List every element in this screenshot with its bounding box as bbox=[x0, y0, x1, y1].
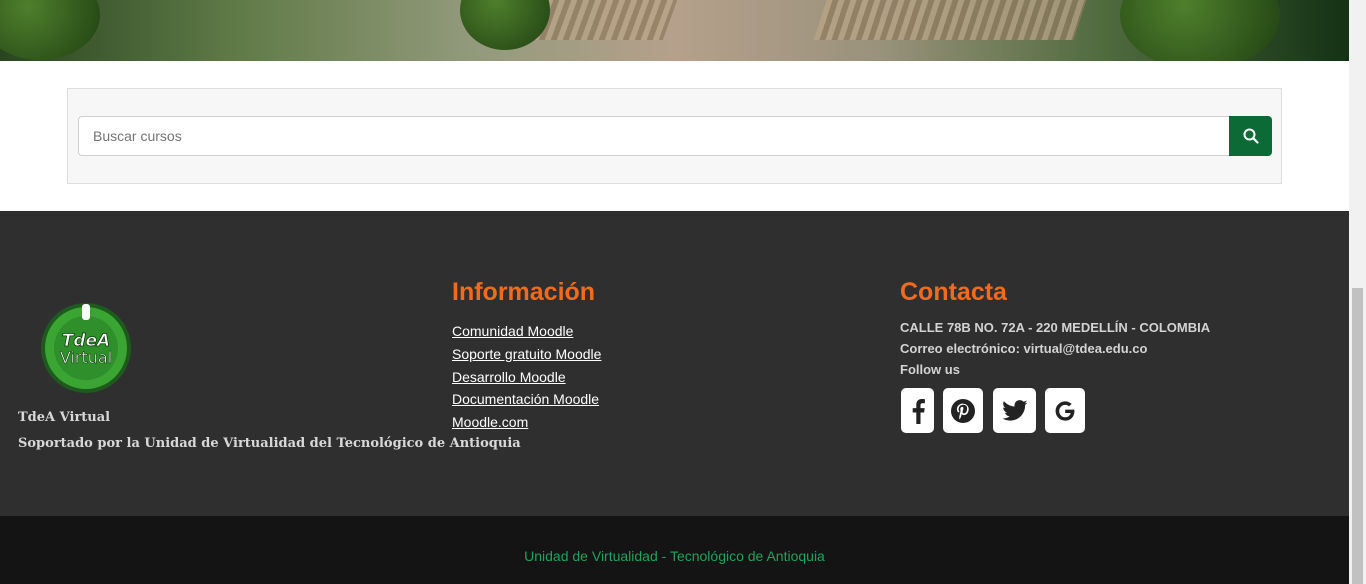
facebook-icon bbox=[912, 398, 925, 424]
link-moodle-com[interactable]: Moodle.com bbox=[452, 411, 601, 434]
twitter-icon bbox=[1001, 399, 1027, 421]
info-title: Información bbox=[452, 278, 596, 306]
bottom-bar-text: Unidad de Virtualidad - Tecnológico de A… bbox=[524, 548, 825, 564]
pinterest-icon bbox=[951, 398, 975, 423]
hero-banner-image bbox=[0, 0, 1349, 61]
svg-text:Virtual: Virtual bbox=[60, 348, 112, 367]
brand-description: Soportado por la Unidad de Virtualidad d… bbox=[18, 436, 521, 451]
google-button[interactable] bbox=[1045, 388, 1085, 433]
search-button[interactable] bbox=[1229, 116, 1272, 156]
follow-us-label: Follow us bbox=[900, 362, 960, 377]
contact-title: Contacta bbox=[900, 278, 1007, 306]
link-desarrollo-moodle[interactable]: Desarrollo Moodle bbox=[452, 366, 601, 389]
course-search-panel bbox=[67, 88, 1282, 184]
google-icon bbox=[1055, 400, 1075, 421]
search-icon bbox=[1243, 128, 1259, 144]
info-links-list: Comunidad Moodle Soporte gratuito Moodle… bbox=[452, 320, 601, 434]
facebook-button[interactable] bbox=[901, 388, 934, 433]
link-comunidad-moodle[interactable]: Comunidad Moodle bbox=[452, 320, 601, 343]
contact-address: CALLE 78B NO. 72A - 220 MEDELLÍN - COLOM… bbox=[900, 320, 1211, 335]
page-scrollbar-thumb[interactable] bbox=[1352, 288, 1363, 584]
brand-name: TdeA Virtual bbox=[18, 410, 111, 425]
link-soporte-gratuito-moodle[interactable]: Soporte gratuito Moodle bbox=[452, 343, 601, 366]
tdea-virtual-logo: TdeA Virtual bbox=[41, 303, 131, 393]
link-documentacion-moodle[interactable]: Documentación Moodle bbox=[452, 388, 601, 411]
pinterest-button[interactable] bbox=[943, 388, 983, 433]
course-search-input[interactable] bbox=[78, 116, 1230, 156]
twitter-button[interactable] bbox=[993, 388, 1036, 433]
site-footer bbox=[0, 211, 1349, 516]
contact-email: Correo electrónico: virtual@tdea.edu.co bbox=[900, 341, 1148, 356]
